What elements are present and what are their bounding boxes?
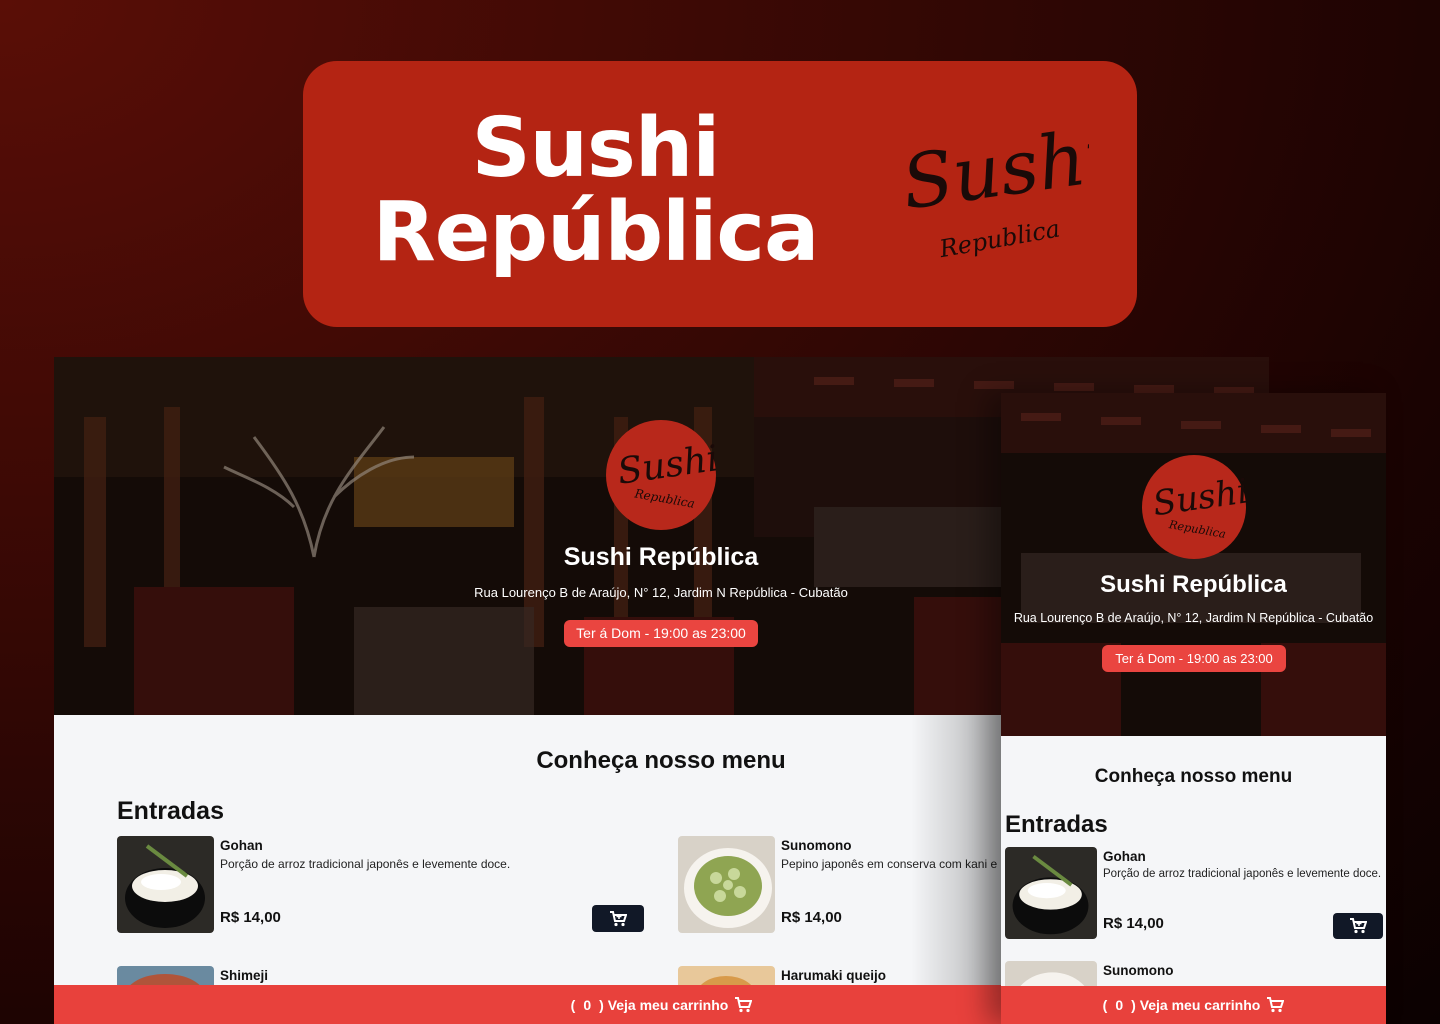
banner-title-line2: República (372, 185, 820, 280)
add-to-cart-button[interactable] (1333, 913, 1383, 939)
svg-text:Sushi: Sushi (899, 119, 1089, 227)
cart-count: 0 (1115, 997, 1124, 1013)
banner-title-line1: Sushi (471, 101, 721, 196)
menu-item[interactable]: Gohan Porção de arroz tradicional japonê… (117, 836, 647, 936)
svg-text:Republica: Republica (633, 486, 696, 511)
category-title-entradas: Entradas (117, 797, 224, 825)
menu-item-price: R$ 14,00 (781, 909, 842, 926)
cart-open-paren: ( (1102, 997, 1108, 1013)
menu-item-name: Gohan (220, 838, 263, 853)
svg-text:Republica: Republica (1167, 517, 1227, 541)
mobile-preview: Sushi Republica Sushi República Rua Lour… (1001, 393, 1386, 1024)
restaurant-name: Sushi República (563, 543, 759, 571)
brand-banner: Sushi República Sushi Republica (303, 61, 1137, 327)
category-title-entradas: Entradas (1005, 811, 1108, 838)
opening-hours-badge[interactable]: Ter á Dom - 19:00 as 23:00 (564, 620, 758, 647)
menu-item-description: Porção de arroz tradicional japonês e le… (220, 857, 511, 871)
menu-item-name: Shimeji (220, 968, 269, 983)
cart-icon (1350, 918, 1367, 934)
svg-text:Sushi: Sushi (615, 438, 716, 493)
restaurant-logo: Sushi Republica (606, 420, 721, 530)
cart-icon (610, 910, 627, 926)
svg-text:Republica: Republica (936, 215, 1062, 264)
rice-bowl-image (1005, 847, 1097, 939)
view-cart-label: ) Veja meu carrinho (1131, 997, 1261, 1013)
menu-item-name: Sunomono (781, 838, 852, 853)
menu-item-price: R$ 14,00 (1103, 915, 1164, 932)
menu-item[interactable]: Gohan Porção de arroz tradicional japonê… (1005, 847, 1385, 939)
menu-section-title: Conheça nosso menu (1094, 766, 1293, 787)
cart-icon (1267, 997, 1285, 1013)
view-cart-bar[interactable]: ( 0 ) Veja meu carrinho (1001, 986, 1386, 1024)
cart-count: 0 (583, 996, 592, 1013)
svg-text:Sushi: Sushi (1150, 471, 1246, 524)
cart-icon (735, 996, 753, 1012)
opening-hours-badge[interactable]: Ter á Dom - 19:00 as 23:00 (1102, 645, 1286, 672)
menu-item-description: Porção de arroz tradicional japonês e le… (1103, 868, 1382, 880)
restaurant-address: Rua Lourenço B de Araújo, N° 12, Jardim … (1013, 611, 1374, 625)
rice-bowl-image (117, 836, 214, 933)
banner-title: Sushi República (363, 107, 828, 275)
cucumber-salad-image (678, 836, 775, 933)
view-cart-label: ) Veja meu carrinho (599, 996, 729, 1013)
restaurant-logo: Sushi Republica (1142, 455, 1251, 559)
restaurant-name: Sushi República (1100, 571, 1287, 598)
sushi-republica-logo: Sushi Republica (899, 119, 1089, 264)
hero-overlay (1001, 393, 1386, 736)
menu-item-name: Harumaki queijo (781, 968, 887, 983)
menu-item-name: Gohan (1103, 849, 1146, 864)
cart-open-paren: ( (570, 996, 576, 1013)
menu-item-description: Pepino japonês em conserva com kani e (781, 857, 998, 871)
restaurant-address: Rua Lourenço B de Araújo, N° 12, Jardim … (474, 585, 848, 600)
menu-section-title: Conheça nosso menu (536, 747, 786, 774)
menu-item-price: R$ 14,00 (220, 909, 281, 926)
hero-section: Sushi Republica Sushi República Rua Lour… (1001, 393, 1386, 736)
menu-item-name: Sunomono (1103, 963, 1174, 978)
add-to-cart-button[interactable] (592, 905, 644, 932)
